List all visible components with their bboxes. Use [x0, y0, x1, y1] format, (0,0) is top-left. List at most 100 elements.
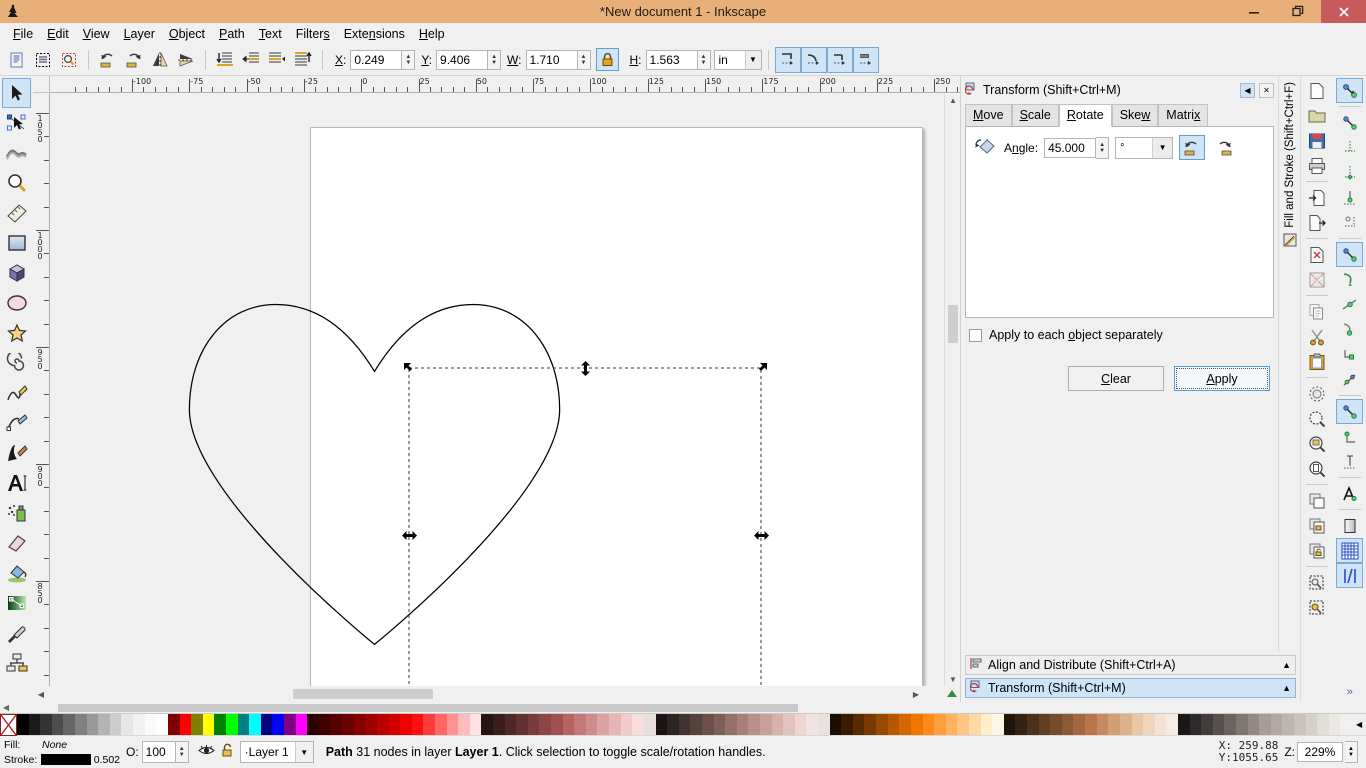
units-select[interactable]: in ▼ — [713, 49, 762, 70]
palette-swatch[interactable] — [539, 714, 552, 736]
palette-swatch[interactable] — [794, 714, 807, 736]
rotate-90-cw-icon[interactable] — [121, 47, 147, 73]
menu-text[interactable]: Text — [252, 25, 289, 43]
palette-swatch[interactable] — [899, 714, 911, 736]
palette-swatch[interactable] — [98, 714, 110, 736]
palette-swatch[interactable] — [1212, 714, 1225, 736]
palette-swatch[interactable] — [1108, 714, 1120, 736]
close-button[interactable] — [1321, 0, 1366, 23]
palette-swatch[interactable] — [40, 714, 52, 736]
menu-object[interactable]: Object — [162, 25, 212, 43]
star-tool[interactable] — [2, 318, 31, 348]
palette-swatch[interactable] — [1340, 714, 1353, 736]
palette-swatch[interactable] — [365, 714, 377, 736]
y-spinbox[interactable]: ▲▼ — [436, 49, 502, 70]
palette-swatch[interactable] — [597, 714, 610, 736]
palette-swatch[interactable] — [1073, 714, 1086, 736]
fill-and-stroke-tab[interactable]: Fill and Stroke (Shift+Ctrl+F) — [1279, 82, 1301, 272]
palette-swatch[interactable] — [667, 714, 679, 736]
palette-swatch[interactable] — [423, 714, 435, 736]
lock-ratio-icon[interactable] — [595, 48, 619, 71]
ruler-corner[interactable] — [33, 76, 50, 93]
measure-tool[interactable] — [2, 198, 31, 228]
fill-stroke-indicator[interactable]: Fill: None Stroke: 0.502 — [0, 736, 120, 768]
dockbar-transform[interactable]: Transform (Shift+Ctrl+M) ▲ — [965, 678, 1296, 698]
y-spin-arrows[interactable]: ▲ ▼ — [488, 49, 502, 70]
palette-swatch[interactable] — [1317, 714, 1329, 736]
snap-bbox-edges-icon[interactable] — [1336, 135, 1363, 160]
palette-swatch[interactable] — [1189, 714, 1202, 736]
save-document-icon[interactable] — [1304, 128, 1331, 153]
lock-object-icon[interactable] — [1304, 513, 1331, 538]
print-icon[interactable] — [1304, 153, 1331, 178]
palette-swatch[interactable] — [156, 714, 168, 736]
palette-swatch[interactable] — [1294, 714, 1306, 736]
palette-swatch[interactable] — [1235, 714, 1248, 736]
palette-swatch[interactable] — [75, 714, 87, 736]
palette-swatch[interactable] — [829, 714, 842, 736]
selector-tool[interactable] — [2, 78, 31, 108]
palette-swatch[interactable] — [1050, 714, 1062, 736]
snap-grids-icon[interactable] — [1336, 538, 1364, 563]
tab-rotate[interactable]: Rotate — [1058, 104, 1112, 127]
h-input[interactable] — [645, 49, 698, 70]
palette-swatch[interactable] — [144, 714, 157, 736]
palette-swatch[interactable] — [307, 714, 319, 736]
palette-swatch[interactable] — [411, 714, 424, 736]
palette-swatch[interactable] — [1166, 714, 1178, 736]
palette-scroll-arrow-icon[interactable]: ◀ — [1352, 714, 1366, 735]
rotate-ccw-icon[interactable] — [1179, 135, 1206, 160]
box3d-tool[interactable] — [2, 258, 31, 288]
h-spinbox[interactable]: ▲▼ — [645, 49, 711, 70]
snap-bbox-edge-icon[interactable] — [800, 46, 827, 73]
palette-swatch[interactable] — [968, 714, 981, 736]
new-document-icon[interactable] — [1304, 78, 1331, 103]
zoom-tool[interactable] — [2, 168, 31, 198]
menu-file[interactable]: File — [6, 25, 40, 43]
palette-swatch[interactable] — [585, 714, 598, 736]
angle-unit-select[interactable]: ° ▼ — [1115, 136, 1174, 159]
palette-swatch[interactable] — [63, 714, 76, 736]
h-spin-arrows[interactable]: ▲ ▼ — [697, 49, 711, 70]
stroke-row[interactable]: Stroke: 0.502 — [4, 752, 120, 767]
zoom-input[interactable] — [1297, 742, 1343, 762]
menu-edit[interactable]: Edit — [40, 25, 76, 43]
palette-swatch[interactable] — [701, 714, 714, 736]
select-all-in-layers-icon[interactable] — [30, 47, 56, 73]
palette-swatch[interactable] — [562, 714, 575, 736]
duplicate-icon[interactable] — [1304, 381, 1331, 406]
eraser-tool[interactable] — [2, 528, 31, 558]
snapbar-overflow-icon[interactable]: » — [1347, 686, 1353, 702]
palette-swatch[interactable] — [841, 714, 853, 736]
palette-swatch[interactable] — [725, 714, 737, 736]
enable-snapping-icon[interactable] — [1336, 78, 1364, 103]
snap-object-rotation-centers-icon[interactable] — [1336, 424, 1363, 449]
zoom-selection-icon[interactable] — [1304, 406, 1331, 431]
palette-swatch[interactable] — [1131, 714, 1144, 736]
palette-swatch[interactable] — [1143, 714, 1155, 736]
snap-smooth-nodes-icon[interactable] — [1336, 342, 1363, 367]
node-tool[interactable] — [2, 108, 31, 138]
x-spin-arrows[interactable]: ▲ ▼ — [402, 49, 416, 70]
palette-swatch[interactable] — [284, 714, 296, 736]
text-tool[interactable] — [2, 468, 31, 498]
palette-swatch[interactable] — [1027, 714, 1039, 736]
horizontal-scroll-thumb[interactable] — [293, 689, 433, 699]
palette-swatch[interactable] — [342, 714, 354, 736]
palette-scroll-left-icon[interactable]: ◀ — [0, 703, 12, 712]
palette-swatch[interactable] — [945, 714, 958, 736]
stroke-color-swatch[interactable] — [40, 754, 91, 765]
palette-swatch[interactable] — [481, 714, 493, 736]
opacity-spinbox[interactable]: ▲▼ — [141, 741, 189, 763]
object-properties-icon[interactable] — [1304, 570, 1331, 595]
palette-swatch[interactable] — [852, 714, 865, 736]
scroll-right-icon[interactable]: ▶ — [908, 686, 924, 702]
copy-icon[interactable] — [1304, 299, 1331, 324]
snap-text-baseline-icon[interactable] — [1336, 449, 1363, 474]
dropper-tool[interactable] — [2, 618, 31, 648]
palette-swatch[interactable] — [678, 714, 691, 736]
snap-guides-icon[interactable] — [1336, 563, 1364, 588]
snap-bbox-icon[interactable] — [774, 46, 801, 73]
palette-swatch[interactable] — [1015, 714, 1028, 736]
connector-tool[interactable] — [2, 648, 31, 678]
